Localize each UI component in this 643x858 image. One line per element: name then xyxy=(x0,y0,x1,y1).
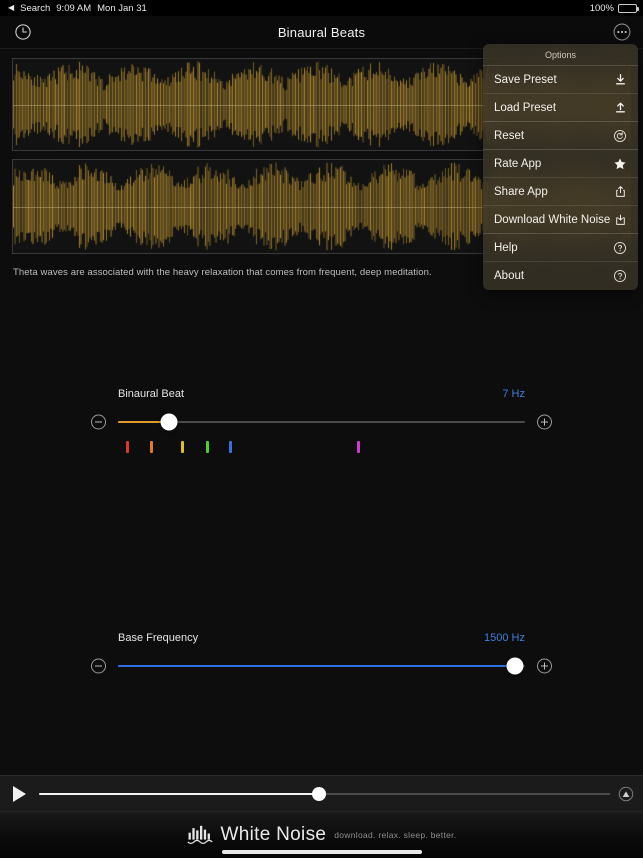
question-circle-icon xyxy=(613,241,627,255)
ad-banner[interactable]: White Noise download. relax. sleep. bett… xyxy=(0,811,643,858)
binaural-beat-slider-block: Binaural Beat 7 Hz xyxy=(0,388,643,453)
menu-item-reset[interactable]: Reset xyxy=(483,122,638,150)
status-bar-left: ◀ Search 9:09 AM Mon Jan 31 xyxy=(0,3,147,14)
airplay-button[interactable] xyxy=(617,785,635,803)
base-frequency-fill xyxy=(118,665,515,667)
preset-tick-gamma[interactable] xyxy=(229,441,233,453)
reset-circle-icon xyxy=(613,129,627,143)
preset-tick-theta[interactable] xyxy=(149,441,153,453)
base-frequency-decrement-button[interactable] xyxy=(91,658,106,674)
star-icon xyxy=(613,157,627,171)
binaural-beat-track[interactable] xyxy=(118,413,525,431)
playback-bar xyxy=(0,775,643,811)
minus-icon xyxy=(95,665,102,667)
download-arrow-icon xyxy=(613,73,627,87)
status-bar: ◀ Search 9:09 AM Mon Jan 31 100% xyxy=(0,0,643,16)
plus-icon-vertical xyxy=(544,418,545,426)
playback-progress-track[interactable] xyxy=(39,786,610,801)
white-noise-logo-icon xyxy=(186,825,213,845)
menu-item-label: Reset xyxy=(494,129,525,142)
binaural-beat-knob[interactable] xyxy=(160,413,178,431)
preset-tick-high[interactable] xyxy=(356,441,360,453)
menu-item-label: Share App xyxy=(494,185,548,198)
base-frequency-header: Base Frequency 1500 Hz xyxy=(118,632,525,648)
status-date: Mon Jan 31 xyxy=(97,2,147,14)
battery-icon xyxy=(618,3,639,13)
ad-content: White Noise download. relax. sleep. bett… xyxy=(186,824,457,846)
menu-item-label: Load Preset xyxy=(494,101,557,114)
menu-item-rate-app[interactable]: Rate App xyxy=(483,150,638,178)
preset-tick-beta[interactable] xyxy=(205,441,209,453)
battery-percent-label: 100% xyxy=(589,2,614,14)
base-frequency-increment-button[interactable] xyxy=(537,658,552,674)
question-circle-icon xyxy=(613,269,627,283)
status-back-label[interactable]: Search xyxy=(20,3,50,14)
menu-item-label: About xyxy=(494,270,525,282)
play-button[interactable] xyxy=(13,785,26,802)
base-frequency-control-row xyxy=(0,653,643,679)
playback-progress-fill xyxy=(39,792,319,795)
ad-subtitle: download. relax. sleep. better. xyxy=(334,830,457,840)
binaural-beat-decrement-button[interactable] xyxy=(91,414,106,430)
binaural-beat-value: 7 Hz xyxy=(502,388,525,400)
preset-tick-alpha[interactable] xyxy=(181,441,185,453)
status-time: 9:09 AM xyxy=(56,2,92,14)
status-bar-right: 100% xyxy=(590,3,643,14)
base-frequency-value: 1500 Hz xyxy=(484,632,525,644)
base-frequency-knob[interactable] xyxy=(506,657,524,675)
menu-item-label: Save Preset xyxy=(494,73,557,86)
download-box-icon xyxy=(613,213,627,227)
menu-item-save-preset[interactable]: Save Preset xyxy=(483,66,638,94)
menu-item-share-app[interactable]: Share App xyxy=(483,178,638,206)
binaural-beat-label: Binaural Beat xyxy=(118,388,185,400)
base-frequency-label: Base Frequency xyxy=(118,632,199,644)
menu-item-download-white-noise[interactable]: Download White Noise xyxy=(483,206,638,234)
minus-icon xyxy=(95,421,102,423)
share-icon xyxy=(613,185,627,199)
airplay-icon xyxy=(618,786,634,801)
app-root: ◀ Search 9:09 AM Mon Jan 31 100% Binaura… xyxy=(0,0,643,858)
back-arrow-icon[interactable]: ◀ xyxy=(8,4,14,12)
plus-icon-vertical xyxy=(544,662,545,670)
binaural-beat-control-row xyxy=(0,409,643,453)
ellipsis-circle-icon xyxy=(613,23,631,41)
menu-item-label: Help xyxy=(494,241,518,254)
options-menu-title: Options xyxy=(483,44,638,66)
menu-item-about[interactable]: About xyxy=(483,262,638,290)
binaural-beat-header: Binaural Beat 7 Hz xyxy=(118,388,525,404)
ad-title: White Noise xyxy=(220,824,327,845)
playback-progress-knob[interactable] xyxy=(311,786,326,801)
base-frequency-track[interactable] xyxy=(118,657,525,675)
binaural-beat-preset-ticks xyxy=(118,441,525,453)
menu-item-label: Download White Noise xyxy=(494,213,611,226)
menu-item-label: Rate App xyxy=(494,157,542,170)
options-button[interactable] xyxy=(611,21,633,43)
binaural-beat-increment-button[interactable] xyxy=(537,414,552,430)
page-title: Binaural Beats xyxy=(277,24,366,40)
upload-arrow-icon xyxy=(613,101,627,115)
waveform-caption: Theta waves are associated with the heav… xyxy=(13,267,432,278)
menu-item-help[interactable]: Help xyxy=(483,234,638,262)
home-indicator xyxy=(221,850,422,854)
menu-item-load-preset[interactable]: Load Preset xyxy=(483,94,638,122)
base-frequency-slider-block: Base Frequency 1500 Hz xyxy=(0,632,643,679)
preset-tick-delta[interactable] xyxy=(126,441,130,453)
options-menu: Options Save Preset Load Preset Reset Ra… xyxy=(483,44,638,290)
